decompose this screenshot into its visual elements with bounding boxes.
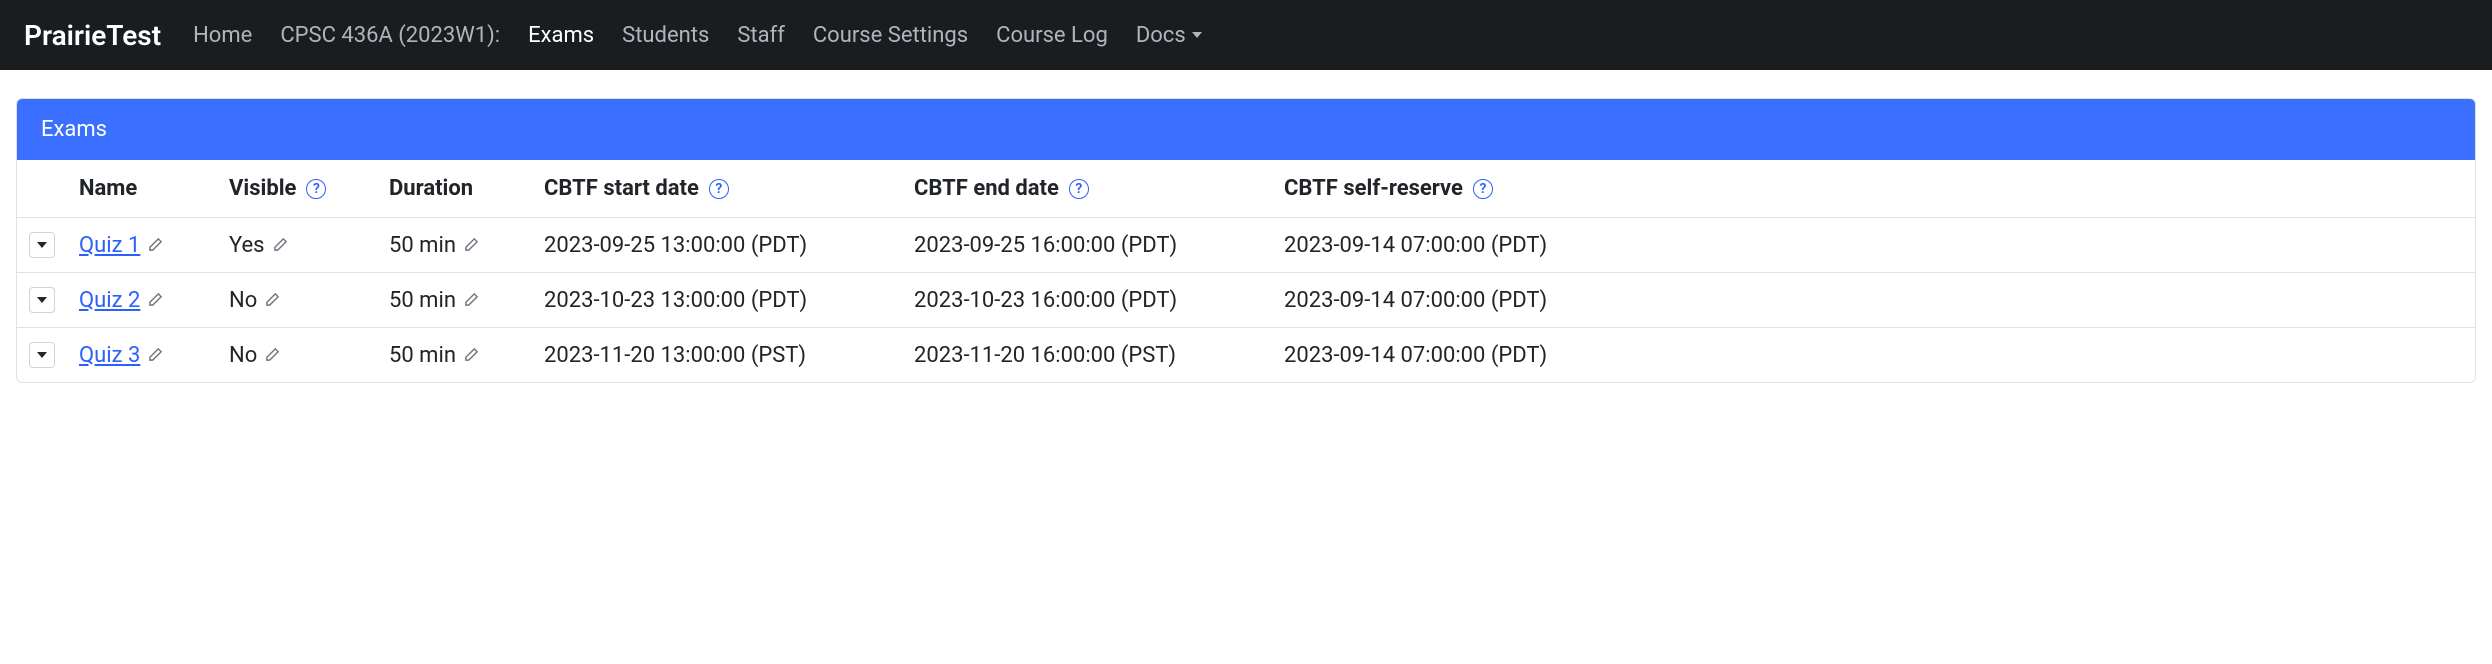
start-date-value: 2023-09-25 13:00:00 (PDT): [544, 233, 807, 258]
duration-value: 50 min: [389, 233, 456, 258]
edit-icon[interactable]: [273, 233, 288, 258]
edit-icon[interactable]: [464, 288, 479, 313]
help-icon[interactable]: ?: [306, 179, 326, 199]
th-start: CBTF start date ?: [532, 160, 902, 218]
quiz-link[interactable]: Quiz 1: [79, 233, 140, 258]
edit-icon[interactable]: [148, 288, 163, 313]
th-duration: Duration: [377, 160, 532, 218]
brand-logo[interactable]: PrairieTest: [24, 19, 161, 52]
nav-staff[interactable]: Staff: [737, 23, 785, 48]
visible-value: No: [229, 343, 257, 368]
th-visible-label: Visible: [229, 176, 296, 201]
expand-button[interactable]: [29, 232, 55, 258]
th-reserve: CBTF self-reserve ?: [1272, 160, 2475, 218]
help-icon[interactable]: ?: [709, 179, 729, 199]
nav-docs-label: Docs: [1136, 23, 1186, 48]
table-row: Quiz 2 No 50 min 2023-10-23 13:00:00 (PD…: [17, 273, 2475, 328]
reserve-date-value: 2023-09-14 07:00:00 (PDT): [1284, 288, 1547, 313]
edit-icon[interactable]: [464, 343, 479, 368]
edit-icon[interactable]: [265, 288, 280, 313]
nav-home[interactable]: Home: [193, 23, 252, 48]
edit-icon[interactable]: [265, 343, 280, 368]
chevron-down-icon: [1192, 32, 1202, 38]
main-container: Exams Name Visible ? Duration CBTF: [0, 70, 2492, 399]
nav-links: Home CPSC 436A (2023W1): Exams Students …: [193, 23, 1202, 48]
help-icon[interactable]: ?: [1069, 179, 1089, 199]
quiz-link[interactable]: Quiz 2: [79, 288, 140, 313]
card-header: Exams: [17, 99, 2475, 160]
nav-settings[interactable]: Course Settings: [813, 23, 968, 48]
nav-docs-dropdown[interactable]: Docs: [1136, 23, 1202, 48]
table-row: Quiz 1 Yes 50 min 2023-09-25 13:00:00 (P…: [17, 218, 2475, 273]
th-name: Name: [67, 160, 217, 218]
duration-value: 50 min: [389, 343, 456, 368]
table-row: Quiz 3 No 50 min 2023-11-20 13:00:00 (PS…: [17, 328, 2475, 383]
end-date-value: 2023-11-20 16:00:00 (PST): [914, 343, 1176, 368]
nav-log[interactable]: Course Log: [996, 23, 1108, 48]
th-expand: [17, 160, 67, 218]
help-icon[interactable]: ?: [1473, 179, 1493, 199]
visible-value: Yes: [229, 233, 265, 258]
end-date-value: 2023-09-25 16:00:00 (PDT): [914, 233, 1177, 258]
expand-button[interactable]: [29, 342, 55, 368]
quiz-link[interactable]: Quiz 3: [79, 343, 140, 368]
exams-table: Name Visible ? Duration CBTF start date …: [17, 160, 2475, 382]
start-date-value: 2023-11-20 13:00:00 (PST): [544, 343, 806, 368]
nav-course[interactable]: CPSC 436A (2023W1):: [280, 23, 500, 48]
edit-icon[interactable]: [148, 233, 163, 258]
th-end: CBTF end date ?: [902, 160, 1272, 218]
duration-value: 50 min: [389, 288, 456, 313]
nav-students[interactable]: Students: [622, 23, 709, 48]
chevron-down-icon: [37, 352, 47, 358]
edit-icon[interactable]: [148, 343, 163, 368]
expand-button[interactable]: [29, 287, 55, 313]
edit-icon[interactable]: [464, 233, 479, 258]
exams-card: Exams Name Visible ? Duration CBTF: [16, 98, 2476, 383]
end-date-value: 2023-10-23 16:00:00 (PDT): [914, 288, 1177, 313]
visible-value: No: [229, 288, 257, 313]
chevron-down-icon: [37, 242, 47, 248]
th-reserve-label: CBTF self-reserve: [1284, 176, 1463, 201]
reserve-date-value: 2023-09-14 07:00:00 (PDT): [1284, 233, 1547, 258]
th-end-label: CBTF end date: [914, 176, 1059, 201]
th-visible: Visible ?: [217, 160, 377, 218]
nav-exams[interactable]: Exams: [528, 23, 594, 48]
th-start-label: CBTF start date: [544, 176, 699, 201]
chevron-down-icon: [37, 297, 47, 303]
start-date-value: 2023-10-23 13:00:00 (PDT): [544, 288, 807, 313]
navbar: PrairieTest Home CPSC 436A (2023W1): Exa…: [0, 0, 2492, 70]
reserve-date-value: 2023-09-14 07:00:00 (PDT): [1284, 343, 1547, 368]
